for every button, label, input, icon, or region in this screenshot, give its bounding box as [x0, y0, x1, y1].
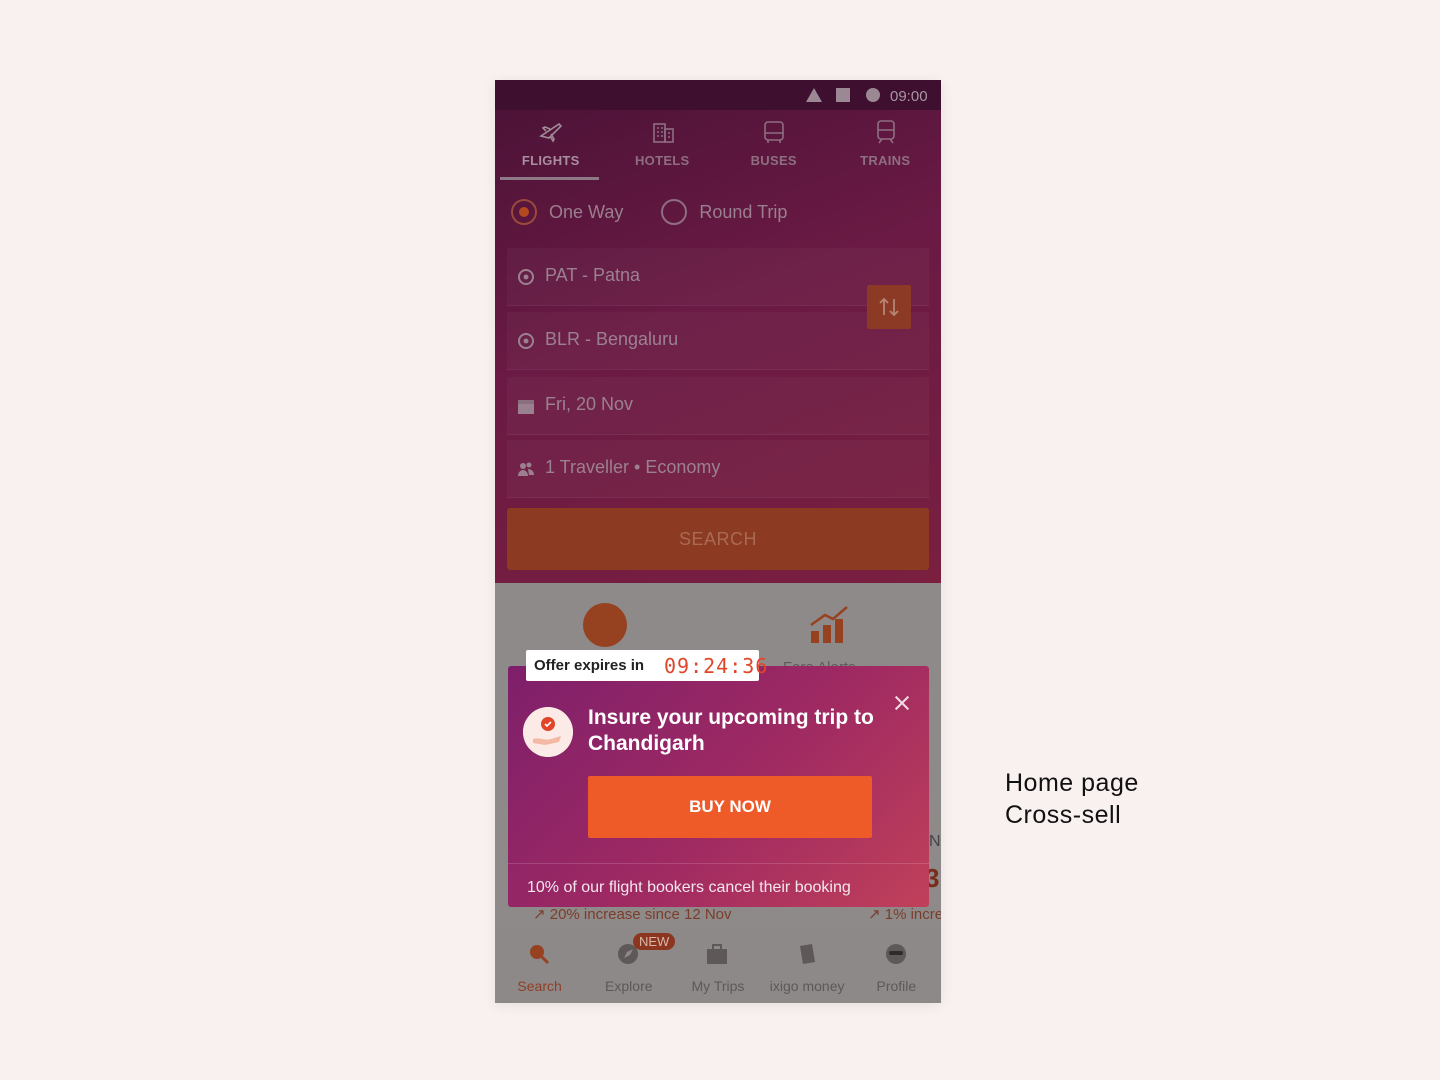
round-trip-label: Round Trip [699, 201, 788, 222]
people-icon [518, 462, 534, 476]
popup-title: Insure your upcoming trip to Chandigarh [588, 706, 874, 755]
bus-icon [764, 121, 784, 143]
square-icon [836, 88, 850, 102]
search-panel: 09:00 FLIGHTS HOTELS BUSES TRAINS One Wa… [495, 80, 941, 583]
close-icon[interactable] [891, 692, 913, 714]
wallet-icon [799, 944, 815, 964]
nav-label: Profile [876, 978, 917, 994]
radio-unchecked-icon [661, 199, 688, 225]
nav-label: ixigo money [769, 978, 845, 994]
location-icon [518, 269, 534, 285]
trip-type-selector: One Way Round Trip [511, 198, 825, 226]
one-way-radio[interactable]: One Way [511, 199, 623, 225]
plane-badge-icon [583, 603, 627, 647]
search-button[interactable]: SEARCH [507, 508, 929, 570]
tab-flights[interactable]: FLIGHTS [495, 110, 607, 180]
calendar-icon [518, 400, 534, 414]
tab-label: FLIGHTS [521, 153, 580, 168]
building-icon [652, 123, 674, 143]
new-badge: NEW [633, 933, 676, 950]
circle-icon [866, 88, 880, 102]
phone-screen: 09:00 FLIGHTS HOTELS BUSES TRAINS One Wa… [495, 80, 941, 1003]
suitcase-icon [707, 944, 728, 964]
caption-line-2: Cross-sell [1005, 801, 1122, 829]
status-time: 09:00 [890, 88, 928, 105]
radio-checked-icon [511, 199, 537, 225]
increase-text-right: ↗ 1% incre [868, 906, 941, 923]
travellers-field[interactable]: 1 Traveller • Economy [507, 440, 929, 498]
offer-timer-tag: Offer expires in 09:24:36 [526, 650, 767, 681]
tab-label: BUSES [750, 153, 797, 168]
train-icon [876, 120, 895, 144]
caption: Home page Cross-sell [1005, 767, 1139, 831]
nav-label: My Trips [691, 978, 745, 994]
chart-growth-icon [810, 606, 848, 643]
origin-value: PAT - Patna [545, 265, 641, 285]
insurance-hand-icon [523, 707, 573, 757]
date-field[interactable]: Fri, 20 Nov [507, 377, 929, 435]
tab-trains[interactable]: TRAINS [830, 110, 942, 180]
increase-text-left: ↗ 20% increase since 12 Nov [533, 906, 732, 923]
one-way-label: One Way [549, 201, 624, 222]
plane-icon [539, 122, 563, 143]
tab-buses[interactable]: BUSES [718, 110, 830, 180]
date-value: Fri, 20 Nov [545, 394, 634, 414]
offer-label: Offer expires in [534, 657, 645, 674]
swap-button[interactable] [867, 285, 911, 329]
nav-ixigo-money[interactable]: ixigo money [763, 928, 852, 1003]
caption-line-1: Home page [1005, 769, 1139, 797]
tab-label: HOTELS [634, 153, 690, 168]
tab-label: TRAINS [860, 153, 911, 168]
tab-hotels[interactable]: HOTELS [607, 110, 719, 180]
nav-search[interactable]: Search [495, 928, 584, 1003]
status-bar: 09:00 [495, 80, 941, 110]
offer-countdown: 09:24:36 [664, 654, 769, 678]
popup-footer-text: 10% of our flight bookers cancel their b… [527, 879, 851, 896]
nav-my-trips[interactable]: My Trips [673, 928, 762, 1003]
divider [508, 863, 929, 864]
origin-field[interactable]: PAT - Patna [507, 248, 929, 306]
travellers-value: 1 Traveller • Economy [545, 457, 721, 477]
nav-label: Explore [605, 978, 653, 994]
destination-field[interactable]: BLR - Bengaluru [507, 312, 929, 370]
signal-icon [806, 88, 822, 102]
category-tabs: FLIGHTS HOTELS BUSES TRAINS [495, 110, 941, 180]
edge-card-letter: N [929, 833, 941, 850]
profile-icon [885, 944, 906, 964]
search-icon [530, 945, 550, 965]
location-icon [518, 333, 534, 349]
swap-icon [879, 297, 899, 317]
nav-label: Search [517, 978, 562, 994]
bottom-navigation: Search Explore My Trips ixigo money Prof… [495, 928, 941, 1003]
nav-profile[interactable]: Profile [852, 928, 941, 1003]
buy-now-button[interactable]: BUY NOW [588, 776, 872, 838]
destination-value: BLR - Bengaluru [545, 329, 679, 349]
insurance-crosssell-popup: Insure your upcoming trip to Chandigarh … [508, 666, 929, 907]
round-trip-radio[interactable]: Round Trip [661, 199, 787, 225]
